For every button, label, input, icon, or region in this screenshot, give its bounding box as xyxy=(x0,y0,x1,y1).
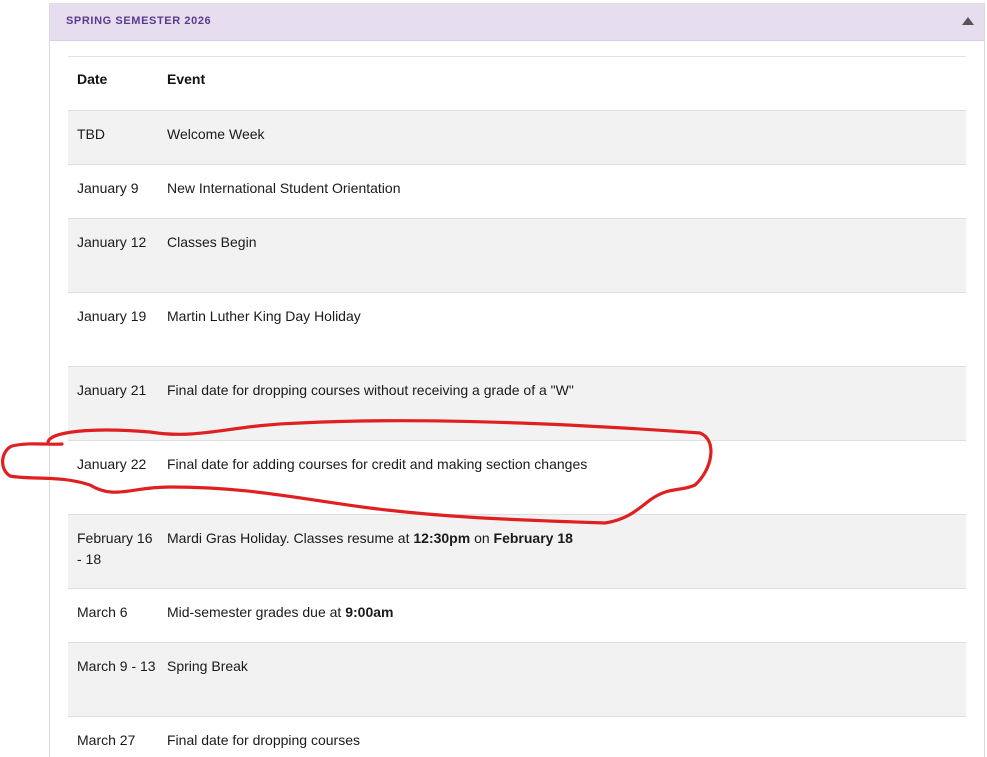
event-cell: Classes Begin xyxy=(167,234,257,250)
table-row: TBD Welcome Week xyxy=(68,110,966,165)
table-row: February 16 - 18 Mardi Gras Holiday. Cla… xyxy=(68,514,966,589)
event-date: February 18 xyxy=(493,530,573,546)
date-cell: January 21 xyxy=(77,382,147,398)
table-row: January 22 Final date for adding courses… xyxy=(68,440,966,515)
event-cell: Final date for dropping courses without … xyxy=(167,382,574,398)
table-header-row: Date Event xyxy=(68,56,966,111)
event-time: 12:30pm xyxy=(413,530,471,546)
date-cell: March 9 - 13 xyxy=(77,658,156,674)
date-cell: January 19 xyxy=(77,308,147,324)
table-row: January 9 New International Student Orie… xyxy=(68,164,966,219)
accordion-panel: SPRING SEMESTER 2026 Date Event TBD Welc… xyxy=(49,3,985,757)
event-cell: New International Student Orientation xyxy=(167,180,401,196)
caret-up-icon[interactable] xyxy=(962,16,974,26)
event-cell: Mardi Gras Holiday. Classes resume at 12… xyxy=(158,515,966,589)
page: SPRING SEMESTER 2026 Date Event TBD Welc… xyxy=(0,0,987,757)
table-row: March 27 Final date for dropping courses xyxy=(68,716,966,757)
table-row: January 21 Final date for dropping cours… xyxy=(68,366,966,441)
table-row: January 12 Classes Begin xyxy=(68,218,966,293)
date-cell: March 27 xyxy=(77,732,136,748)
accordion-header[interactable]: SPRING SEMESTER 2026 xyxy=(50,3,984,41)
event-cell: Mid-semester grades due at 9:00am xyxy=(158,589,966,643)
events-table: Date Event TBD Welcome Week January 9 Ne… xyxy=(68,56,966,757)
table-row: March 6 Mid-semester grades due at 9:00a… xyxy=(68,588,966,643)
event-text: Mid-semester grades due at xyxy=(167,604,346,620)
date-cell: February 16 - 18 xyxy=(77,530,153,567)
event-text: on xyxy=(470,530,494,546)
date-cell: January 12 xyxy=(77,234,147,250)
event-cell: Martin Luther King Day Holiday xyxy=(167,308,361,324)
date-column-header: Date xyxy=(77,71,108,87)
section-title: SPRING SEMESTER 2026 xyxy=(66,15,212,27)
event-time: 9:00am xyxy=(345,604,394,620)
event-text: Mardi Gras Holiday. Classes resume at xyxy=(167,530,414,546)
event-cell: Welcome Week xyxy=(167,126,265,142)
table-row: March 9 - 13 Spring Break xyxy=(68,642,966,717)
date-cell: TBD xyxy=(77,126,105,142)
event-cell: Final date for dropping courses xyxy=(167,732,360,748)
event-cell: Final date for adding courses for credit… xyxy=(167,456,588,472)
date-cell: January 22 xyxy=(77,456,147,472)
table-row: January 19 Martin Luther King Day Holida… xyxy=(68,292,966,367)
event-column-header: Event xyxy=(167,71,206,87)
event-cell: Spring Break xyxy=(167,658,248,674)
date-cell: March 6 xyxy=(77,604,128,620)
date-cell: January 9 xyxy=(77,180,139,196)
